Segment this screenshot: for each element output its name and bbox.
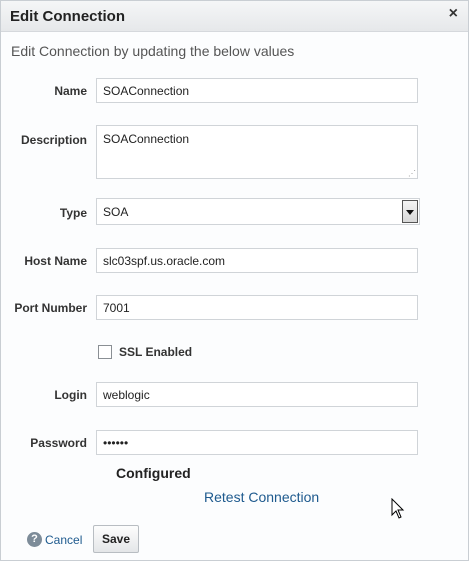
host-name-input[interactable] xyxy=(96,248,418,273)
retest-connection-link[interactable]: Retest Connection xyxy=(204,489,319,505)
edit-connection-dialog: Edit Connection × Edit Connection by upd… xyxy=(0,0,469,561)
chevron-down-icon[interactable] xyxy=(402,200,418,223)
password-label: Password xyxy=(30,436,87,450)
dialog-title: Edit Connection xyxy=(10,8,125,25)
type-select-value: SOA xyxy=(103,205,129,219)
ssl-enabled-label: SSL Enabled xyxy=(119,345,193,359)
dialog-subtitle: Edit Connection by updating the below va… xyxy=(11,43,295,59)
port-number-label: Port Number xyxy=(14,301,87,315)
description-textarea[interactable]: SOAConnection xyxy=(96,125,418,179)
configured-status: Configured xyxy=(116,465,191,481)
help-icon[interactable]: ? xyxy=(27,532,42,547)
login-input[interactable] xyxy=(96,382,418,407)
save-button[interactable]: Save xyxy=(93,525,139,553)
type-select[interactable]: SOA xyxy=(96,198,420,225)
login-label: Login xyxy=(54,388,87,402)
name-input[interactable] xyxy=(96,78,418,103)
mouse-pointer-icon xyxy=(391,498,405,519)
close-icon[interactable]: × xyxy=(449,5,458,23)
cancel-link[interactable]: Cancel xyxy=(45,533,82,547)
description-label: Description xyxy=(20,133,87,147)
resize-grip-icon[interactable]: ⋰ xyxy=(408,169,416,178)
port-number-input[interactable] xyxy=(96,295,418,320)
ssl-enabled-checkbox[interactable] xyxy=(98,345,112,359)
type-label: Type xyxy=(59,206,87,220)
password-input[interactable] xyxy=(96,430,418,455)
name-label: Name xyxy=(54,84,87,98)
host-name-label: Host Name xyxy=(24,254,87,268)
dialog-titlebar: Edit Connection × xyxy=(1,1,468,32)
